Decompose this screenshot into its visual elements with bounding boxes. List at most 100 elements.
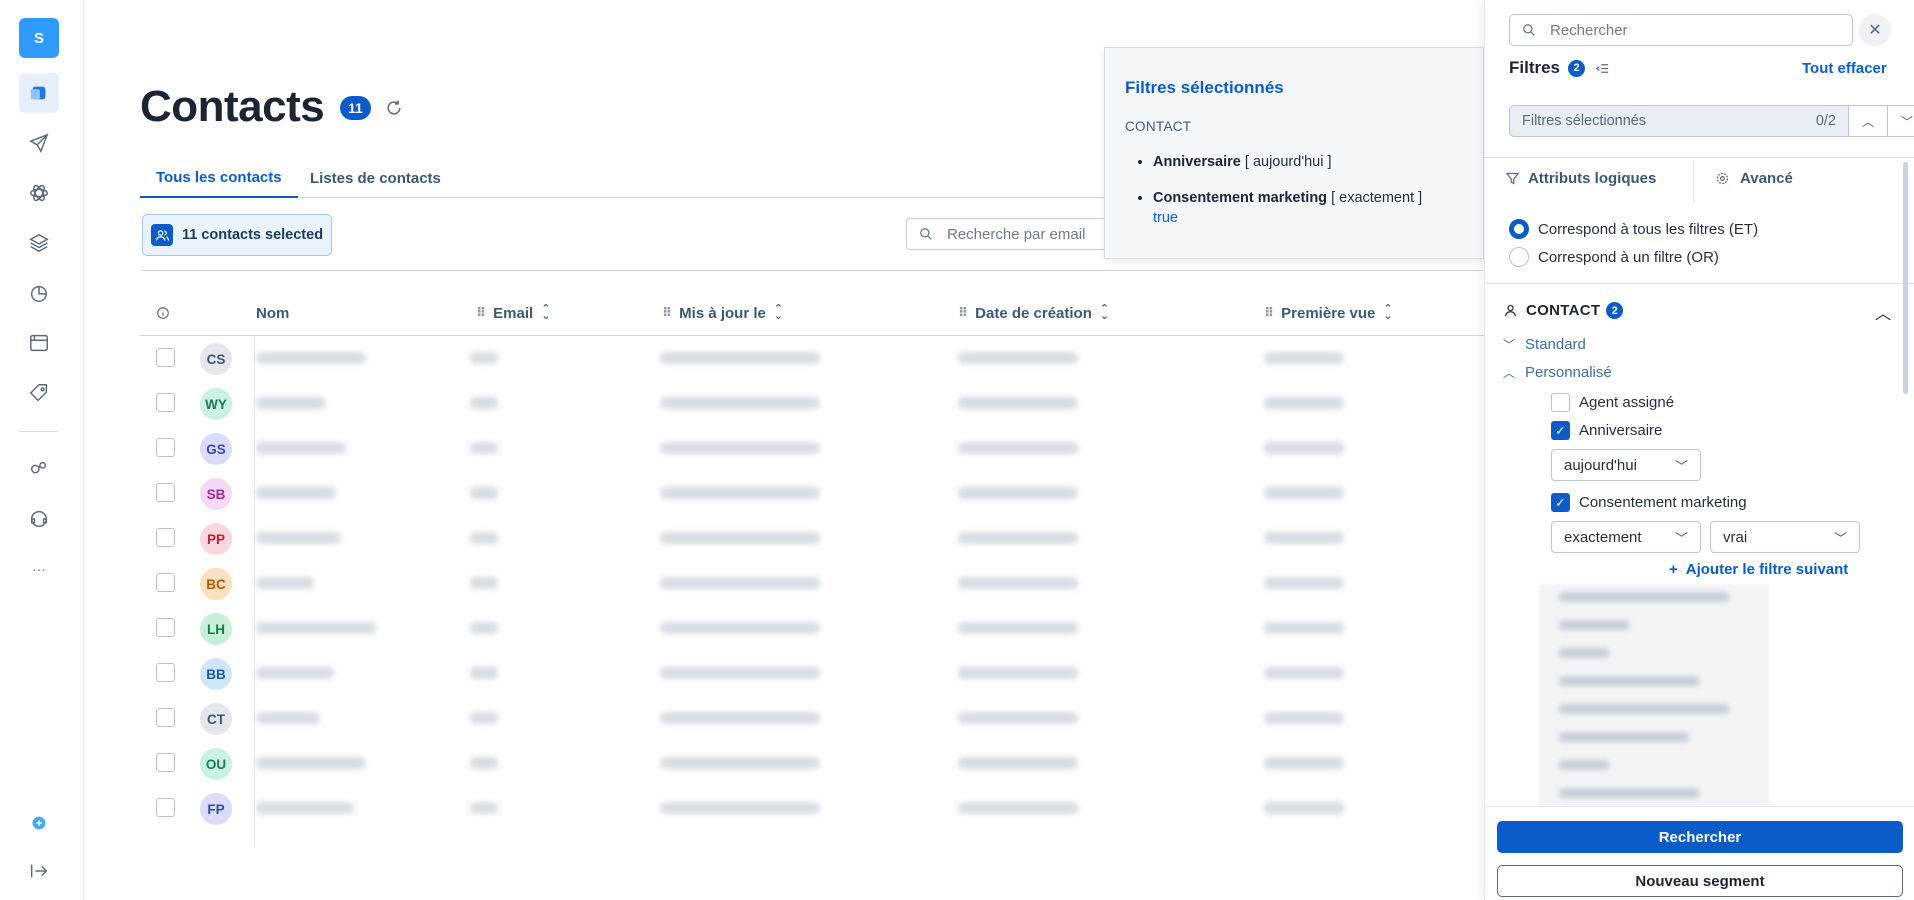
checkbox-consent[interactable]: ✓ — [1551, 493, 1570, 512]
close-icon[interactable]: ✕ — [1859, 14, 1891, 46]
column-email[interactable]: ⠿ Email ⌃ ⌄ — [476, 290, 550, 336]
redacted-cell — [958, 622, 1078, 634]
row-checkbox[interactable] — [156, 573, 175, 592]
table-row[interactable]: LH — [140, 606, 1484, 651]
pie-icon[interactable] — [19, 273, 59, 313]
redacted-cell — [470, 397, 498, 409]
window-icon[interactable] — [19, 323, 59, 363]
contact-section-label: CONTACT — [1526, 302, 1601, 319]
radio-match-all[interactable] — [1509, 219, 1529, 239]
redacted-cell — [470, 442, 498, 454]
column-updated[interactable]: ⠿ Mis à jour le ⌃ ⌄ — [662, 290, 783, 336]
table-row[interactable]: WY — [140, 381, 1484, 426]
redacted-cell — [256, 622, 376, 634]
row-checkbox[interactable] — [156, 438, 175, 457]
tab-logical-attributes[interactable]: Attributs logiques — [1505, 170, 1656, 187]
drag-handle-icon[interactable]: ⠿ — [1264, 305, 1274, 321]
table-row[interactable]: BC — [140, 561, 1484, 606]
integrations-icon[interactable] — [19, 449, 59, 489]
table-row[interactable]: CS — [140, 336, 1484, 381]
drag-handle-icon[interactable]: ⠿ — [662, 305, 672, 321]
chevron-down-icon[interactable]: ﹀ — [1887, 105, 1914, 137]
chevron-down-icon: ﹀ — [1503, 338, 1516, 352]
redacted-cell — [470, 577, 498, 589]
group-custom[interactable]: ︿ Personnalisé — [1503, 364, 1612, 381]
row-checkbox[interactable] — [156, 753, 175, 772]
group-standard[interactable]: ﹀ Standard — [1503, 336, 1586, 353]
collapse-sidebar-icon[interactable] — [19, 851, 59, 891]
popover-filter-item: Anniversaire [ aujourd'hui ] — [1153, 152, 1473, 172]
collapse-list-icon[interactable] — [1595, 61, 1610, 76]
consent-value-select[interactable]: vrai ﹀ — [1710, 521, 1860, 553]
table-header: Nom ⠿ Email ⌃ ⌄ ⠿ Mis à jour le ⌃ ⌄ ⠿ Date de c… — [140, 290, 1484, 336]
send-icon[interactable] — [19, 123, 59, 163]
filter-search-input[interactable] — [1550, 21, 1830, 39]
avatar: GS — [200, 433, 232, 465]
row-checkbox[interactable] — [156, 618, 175, 637]
tab-all-contacts[interactable]: Tous les contacts — [140, 158, 298, 198]
column-created[interactable]: ⠿ Date de création ⌃ ⌄ — [958, 290, 1109, 336]
birthday-operator-select[interactable]: aujourd'hui ﹀ — [1551, 449, 1701, 481]
filters-label: Filtres — [1509, 58, 1561, 77]
consent-operator-select[interactable]: exactement ﹀ — [1551, 521, 1701, 553]
table-row[interactable]: FP — [140, 786, 1484, 831]
sort-icon[interactable]: ⌃ ⌄ — [1383, 304, 1392, 322]
new-segment-button[interactable]: Nouveau segment — [1497, 865, 1903, 897]
add-next-filter-button[interactable]: + Ajouter le filtre suivant — [1669, 561, 1848, 578]
radio-match-any[interactable] — [1509, 247, 1529, 267]
table-row[interactable]: OU — [140, 741, 1484, 786]
more-icon[interactable]: ··· — [19, 549, 59, 589]
table-row[interactable]: SB — [140, 471, 1484, 516]
tab-contact-lists[interactable]: Listes de contacts — [294, 158, 457, 198]
atom-icon[interactable] — [19, 173, 59, 213]
tag-icon[interactable] — [19, 373, 59, 413]
row-checkbox[interactable] — [156, 483, 175, 502]
layers-icon[interactable] — [19, 223, 59, 263]
checkbox-birthday[interactable]: ✓ — [1551, 421, 1570, 440]
drag-handle-icon[interactable]: ⠿ — [476, 305, 486, 321]
contacts-selected-pill[interactable]: 11 contacts selected — [142, 214, 332, 256]
info-icon[interactable] — [156, 306, 170, 320]
clear-all-button[interactable]: Tout effacer — [1802, 60, 1887, 77]
redacted-cell — [1264, 712, 1344, 724]
chevron-down-icon: ﹀ — [1674, 458, 1688, 474]
column-first-seen[interactable]: ⠿ Première vue ⌃ ⌄ — [1264, 290, 1393, 336]
selected-filters-navigator[interactable]: Filtres sélectionnés 0/2 — [1509, 105, 1849, 137]
table-row[interactable]: PP — [140, 516, 1484, 561]
row-checkbox[interactable] — [156, 393, 175, 412]
row-checkbox[interactable] — [156, 708, 175, 727]
column-name[interactable]: Nom — [256, 290, 289, 336]
help-icon[interactable] — [19, 803, 59, 843]
contact-section-header[interactable]: CONTACT 2 — [1503, 302, 1624, 319]
table-row[interactable]: GS — [140, 426, 1484, 471]
sort-icon[interactable]: ⌃ ⌄ — [541, 304, 550, 322]
redacted-cell — [1264, 352, 1344, 364]
support-icon[interactable] — [19, 499, 59, 539]
filter-panel: ✕ Filtres 2 Tout effacer Filtres sélecti… — [1484, 0, 1914, 900]
filter-operator: [ aujourd'hui ] — [1244, 154, 1332, 170]
chevron-up-icon[interactable]: ︿ — [1875, 300, 1891, 324]
avatar: CS — [200, 343, 232, 375]
search-button[interactable]: Rechercher — [1497, 821, 1903, 853]
checkbox-agent[interactable] — [1551, 393, 1570, 412]
table-row[interactable]: CT — [140, 696, 1484, 741]
table-row[interactable]: BB — [140, 651, 1484, 696]
row-checkbox[interactable] — [156, 348, 175, 367]
row-checkbox[interactable] — [156, 528, 175, 547]
refresh-icon[interactable] — [384, 98, 404, 118]
panel-scrollbar[interactable] — [1903, 162, 1908, 394]
drag-handle-icon[interactable]: ⠿ — [958, 305, 968, 321]
row-checkbox[interactable] — [156, 798, 175, 817]
selected-filters-counter: 0/2 — [1815, 113, 1836, 129]
chevron-up-icon[interactable]: ︿ — [1848, 105, 1888, 137]
row-checkbox[interactable] — [156, 663, 175, 682]
redacted-cell — [958, 442, 1078, 454]
email-search-input[interactable] — [947, 225, 1107, 243]
sort-icon[interactable]: ⌃ ⌄ — [774, 304, 783, 322]
redacted-cell — [958, 532, 1078, 544]
workspace-avatar[interactable]: S — [19, 18, 59, 58]
sort-icon[interactable]: ⌃ ⌄ — [1100, 304, 1109, 322]
tab-divider — [1693, 160, 1694, 202]
tab-advanced[interactable]: Avancé — [1715, 170, 1793, 187]
dashboard-icon[interactable] — [19, 73, 59, 113]
